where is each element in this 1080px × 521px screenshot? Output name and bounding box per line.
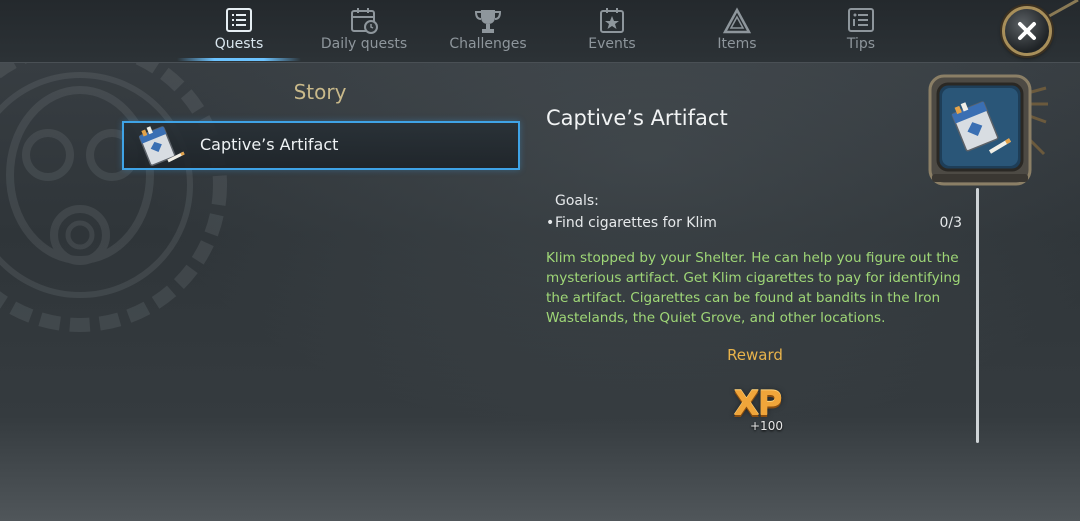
calendar-clock-icon: [349, 7, 379, 35]
close-icon: [1018, 22, 1036, 40]
tab-daily-quests[interactable]: Daily quests: [302, 0, 426, 62]
triangle-icon: [722, 7, 752, 35]
tab-tips[interactable]: Tips: [799, 0, 923, 62]
top-tab-bar: Quests Daily quests Challenges Events It…: [0, 0, 1080, 63]
quest-description: Klim stopped by your Shelter. He can hel…: [546, 250, 961, 326]
quest-list-item[interactable]: Captive’s Artifact: [122, 121, 520, 170]
close-button[interactable]: [1002, 6, 1052, 56]
reward-label: Reward: [727, 346, 783, 364]
goal-progress: 0/3: [939, 215, 962, 231]
monitor-frame-icon: [928, 74, 1048, 186]
goals-label: Goals:: [555, 193, 599, 209]
goal-bullet: •: [546, 215, 555, 231]
quest-name: Captive’s Artifact: [200, 135, 339, 154]
xp-amount: +100: [750, 419, 783, 433]
tab-label: Events: [588, 36, 636, 52]
tab-quests[interactable]: Quests: [177, 0, 301, 62]
goal-row: • Find cigarettes for Klim 0/3: [546, 215, 962, 235]
trophy-icon: [473, 7, 503, 35]
tab-items[interactable]: Items: [675, 0, 799, 62]
goal-text: Find cigarettes for Klim: [555, 215, 717, 231]
quest-journal-screen: Quests Daily quests Challenges Events It…: [0, 0, 1080, 521]
tab-label: Challenges: [449, 36, 527, 52]
tab-label: Tips: [846, 36, 876, 52]
gas-mask-emblem-icon: [0, 38, 227, 332]
tab-label: Items: [717, 36, 757, 52]
tab-label: Daily quests: [320, 36, 408, 52]
section-title: Story: [293, 80, 347, 104]
cigarette-pack-icon: [139, 126, 185, 166]
tips-list-icon: [846, 7, 876, 35]
xp-reward: XP +100: [730, 384, 790, 438]
calendar-star-icon: [597, 7, 627, 35]
tab-label: Quests: [214, 36, 264, 52]
list-icon: [224, 7, 254, 35]
description-scrollbar[interactable]: [976, 188, 979, 443]
xp-label: XP: [733, 384, 782, 424]
tab-events[interactable]: Events: [550, 0, 674, 62]
quest-title: Captive’s Artifact: [546, 106, 728, 130]
tab-challenges[interactable]: Challenges: [426, 0, 550, 62]
